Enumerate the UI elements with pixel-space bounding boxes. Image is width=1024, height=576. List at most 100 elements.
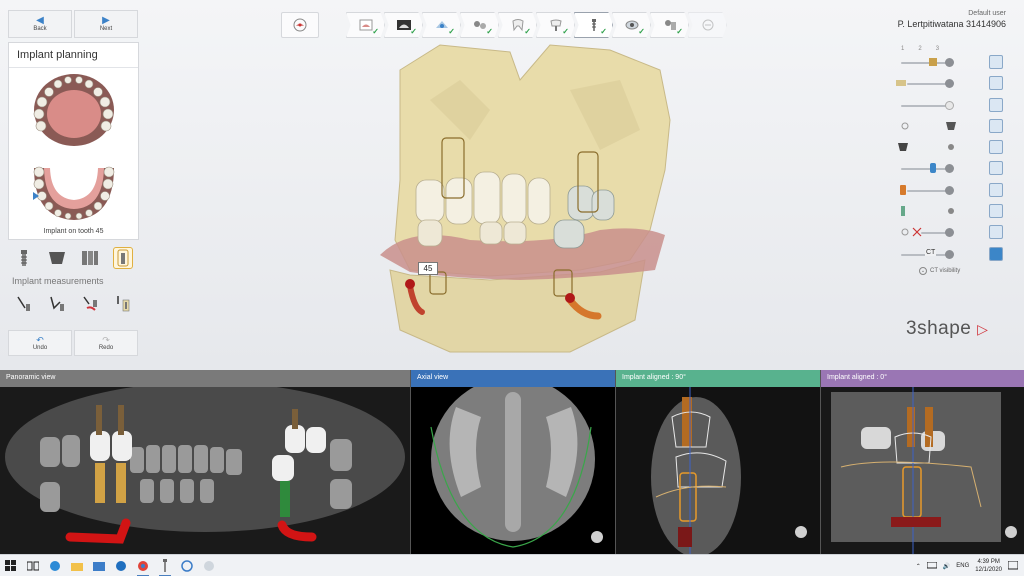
taskbar-app-blue[interactable]	[110, 555, 132, 576]
slider-knob[interactable]	[945, 249, 954, 259]
taskbar-chrome[interactable]	[132, 555, 154, 576]
implant-single-tool[interactable]	[14, 247, 34, 269]
measure-nerve-tool[interactable]	[80, 292, 100, 314]
crown-visibility-slider[interactable]	[901, 104, 951, 107]
back-button[interactable]: ◀ Back	[8, 10, 72, 38]
taskbar-explorer[interactable]	[66, 555, 88, 576]
axial-view-image[interactable]	[411, 387, 615, 554]
user-info: Default user P. Lertpitiwatana 31414906	[898, 10, 1006, 29]
implant-crown-icon	[117, 249, 129, 267]
measure-distance-tool[interactable]	[14, 292, 34, 314]
multi-implant-tool[interactable]	[80, 247, 100, 269]
slider-knob[interactable]	[945, 58, 954, 67]
guide-visibility-slider[interactable]	[901, 168, 951, 171]
view-button-3[interactable]	[989, 97, 1003, 112]
slider-knob[interactable]	[945, 228, 954, 238]
radio-on-icon[interactable]	[945, 205, 957, 217]
taskbar-app-dental[interactable]	[198, 555, 220, 576]
undo-redo-row: ↶ Undo ↷ Redo	[8, 330, 139, 356]
slider-row-4	[893, 116, 1008, 137]
panoramic-view-image[interactable]	[0, 387, 410, 554]
implant-aligned-90-image[interactable]	[616, 387, 820, 554]
implant-aligned-0-header: Implant aligned : 0°	[821, 370, 1024, 387]
sleeve-icon	[898, 143, 908, 152]
view-button-1[interactable]	[989, 55, 1003, 69]
task-view-button[interactable]	[22, 555, 44, 576]
measure-bone-icon	[116, 296, 129, 312]
workflow-step-prescription[interactable]: ✓	[346, 12, 385, 38]
tray-chevron-up-icon[interactable]: ⌃	[916, 563, 921, 570]
view-button-6[interactable]	[989, 161, 1003, 176]
radio-off-icon[interactable]	[899, 226, 911, 238]
workflow-step-guide[interactable]: ✓	[650, 12, 689, 38]
snapshot-button[interactable]	[281, 12, 319, 38]
view-button-4[interactable]	[989, 118, 1003, 133]
check-icon: ✓	[676, 27, 683, 36]
arrow-left-icon: ◀	[36, 15, 44, 26]
implant-gold-icon	[929, 58, 937, 66]
clock[interactable]: 4:39 PM 12/1/2020	[975, 558, 1002, 574]
implant-aligned-0-image[interactable]	[821, 387, 1024, 554]
measure-angle-icon	[50, 296, 65, 311]
view-button-9[interactable]	[989, 225, 1003, 240]
chrome-icon	[138, 560, 148, 571]
jaw-overview[interactable]	[9, 68, 138, 228]
language-indicator[interactable]: ENG	[956, 563, 969, 569]
undo-button[interactable]: ↶ Undo	[8, 330, 72, 356]
view-button-5[interactable]	[989, 140, 1003, 155]
abutment-tool[interactable]	[47, 247, 67, 269]
axial-view-panel[interactable]: Axial view	[410, 370, 615, 554]
tooth-number-badge[interactable]: 45	[418, 262, 438, 275]
workflow-step-export[interactable]	[688, 12, 727, 38]
implant-aligned-90-panel[interactable]: Implant aligned : 90°	[615, 370, 820, 554]
view-button-7[interactable]	[989, 182, 1003, 197]
redo-button[interactable]: ↷ Redo	[74, 330, 138, 356]
3d-jaw-model[interactable]	[370, 40, 700, 368]
abutment-icon	[946, 121, 956, 130]
notifications-icon[interactable]	[1008, 561, 1018, 571]
workflow-step-implant-planning[interactable]: ✓	[574, 12, 613, 38]
slider-knob[interactable]	[945, 164, 954, 174]
implant-visibility-slider[interactable]	[901, 62, 951, 64]
view-button-8[interactable]	[989, 204, 1003, 219]
chevron-down-icon: ⌄	[919, 266, 927, 275]
start-button[interactable]	[0, 555, 22, 576]
implant-aligned-0-panel[interactable]: Implant aligned : 0°	[820, 370, 1024, 554]
jaw-scan-icon	[896, 80, 906, 87]
view-button-10[interactable]	[989, 246, 1003, 261]
slider-knob[interactable]	[945, 79, 954, 89]
volume-icon[interactable]: 🔊	[943, 563, 950, 570]
view-button-2[interactable]	[989, 76, 1003, 91]
taskbar-implant-studio[interactable]	[154, 555, 176, 576]
measure-angle-tool[interactable]	[47, 292, 67, 314]
taskbar-store[interactable]	[88, 555, 110, 576]
radio-off-icon[interactable]	[899, 120, 911, 132]
workflow-step-sleeve[interactable]: ✓	[612, 12, 651, 38]
arrow-right-icon: ▶	[102, 15, 110, 26]
workflow-step-nerve[interactable]: ✓	[460, 12, 499, 38]
slider-row-5	[893, 137, 1008, 158]
measure-bone-tool[interactable]	[113, 292, 133, 314]
left-panel: ◀ Back ▶ Next Implant planning Implant o…	[8, 10, 139, 356]
patient-name: P. Lertpitiwatana 31414906	[897, 19, 1006, 29]
workflow-step-crown[interactable]: ✓	[498, 12, 537, 38]
slider-row-9	[893, 222, 1008, 243]
taskbar-app-scan[interactable]	[176, 555, 198, 576]
brand-name: 3shape	[906, 318, 972, 339]
radio-on-icon[interactable]	[945, 141, 957, 153]
next-button[interactable]: ▶ Next	[74, 10, 138, 38]
taskbar-edge[interactable]	[44, 555, 66, 576]
workflow-step-implant-pick[interactable]: ✓	[536, 12, 575, 38]
workflow-step-align[interactable]: ✓	[422, 12, 461, 38]
edge-icon	[50, 560, 60, 571]
implant-with-crown-tool[interactable]	[112, 247, 133, 269]
check-icon: ✓	[410, 27, 417, 36]
abutment-icon	[49, 252, 66, 264]
panoramic-view-panel[interactable]: Panoramic view	[0, 370, 410, 554]
network-icon[interactable]	[926, 562, 937, 570]
slider-knob[interactable]	[945, 100, 954, 110]
task-view-icon	[27, 561, 39, 570]
slider-knob[interactable]	[945, 185, 954, 195]
ct-visibility-toggle[interactable]: ⌄ CT visibility	[919, 266, 1008, 275]
workflow-step-ct-import[interactable]: ✓	[384, 12, 423, 38]
